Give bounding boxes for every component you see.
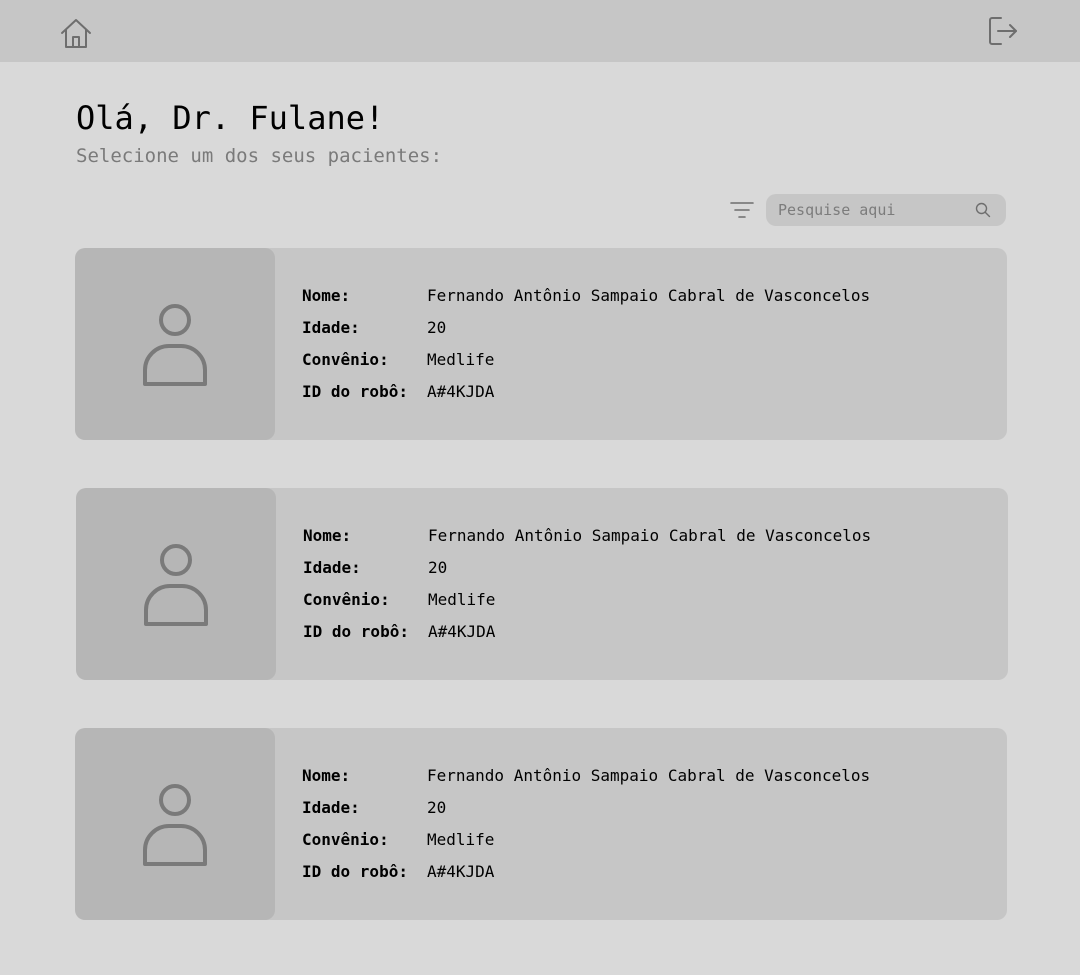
filter-button[interactable] — [728, 196, 756, 224]
insurance-value: Medlife — [427, 350, 495, 369]
robot-id-row: ID do robô: A#4KJDA — [302, 376, 870, 408]
robot-id-label: ID do robô: — [302, 382, 408, 401]
insurance-label: Convênio: — [303, 590, 390, 609]
patient-card[interactable]: Nome: Fernando Antônio Sampaio Cabral de… — [76, 488, 1008, 680]
logout-icon — [989, 17, 1017, 45]
user-icon — [143, 304, 207, 386]
name-label: Nome: — [302, 766, 351, 785]
name-row: Nome: Fernando Antônio Sampaio Cabral de… — [303, 520, 871, 552]
age-label: Idade: — [302, 798, 360, 817]
insurance-value: Medlife — [428, 590, 496, 609]
patient-info: Nome: Fernando Antônio Sampaio Cabral de… — [302, 280, 870, 408]
patient-card[interactable]: Nome: Fernando Antônio Sampaio Cabral de… — [75, 248, 1007, 440]
insurance-row: Convênio: Medlife — [302, 824, 870, 856]
robot-id-value: A#4KJDA — [428, 622, 496, 641]
insurance-label: Convênio: — [302, 350, 389, 369]
search-icon[interactable] — [974, 201, 992, 219]
home-icon — [61, 19, 91, 48]
insurance-row: Convênio: Medlife — [302, 344, 870, 376]
robot-id-label: ID do robô: — [302, 862, 408, 881]
filter-icon — [730, 202, 754, 218]
age-value: 20 — [428, 558, 448, 577]
name-row: Nome: Fernando Antônio Sampaio Cabral de… — [302, 760, 870, 792]
name-label: Nome: — [302, 286, 351, 305]
insurance-value: Medlife — [427, 830, 495, 849]
age-label: Idade: — [303, 558, 361, 577]
name-value: Fernando Antônio Sampaio Cabral de Vasco… — [427, 286, 871, 305]
name-label: Nome: — [303, 526, 352, 545]
age-value: 20 — [427, 798, 447, 817]
name-row: Nome: Fernando Antônio Sampaio Cabral de… — [302, 280, 870, 312]
patient-photo — [75, 728, 275, 920]
insurance-row: Convênio: Medlife — [303, 584, 871, 616]
page-title: Olá, Dr. Fulane! — [76, 99, 385, 137]
name-value: Fernando Antônio Sampaio Cabral de Vasco… — [427, 766, 871, 785]
user-icon — [143, 784, 207, 866]
home-button[interactable] — [58, 16, 94, 52]
patient-card[interactable]: Nome: Fernando Antônio Sampaio Cabral de… — [75, 728, 1007, 920]
top-bar — [0, 0, 1080, 62]
patient-photo — [75, 248, 275, 440]
age-row: Idade: 20 — [302, 792, 870, 824]
logout-button[interactable] — [986, 14, 1022, 50]
robot-id-value: A#4KJDA — [427, 382, 495, 401]
age-value: 20 — [427, 318, 447, 337]
robot-id-label: ID do robô: — [303, 622, 409, 641]
patient-info: Nome: Fernando Antônio Sampaio Cabral de… — [303, 520, 871, 648]
robot-id-row: ID do robô: A#4KJDA — [303, 616, 871, 648]
age-row: Idade: 20 — [302, 312, 870, 344]
insurance-label: Convênio: — [302, 830, 389, 849]
age-row: Idade: 20 — [303, 552, 871, 584]
patient-info: Nome: Fernando Antônio Sampaio Cabral de… — [302, 760, 870, 888]
name-value: Fernando Antônio Sampaio Cabral de Vasco… — [428, 526, 872, 545]
page-subtitle: Selecione um dos seus pacientes: — [76, 145, 443, 167]
age-label: Idade: — [302, 318, 360, 337]
search-input[interactable] — [778, 194, 968, 226]
search-box — [766, 194, 1006, 226]
user-icon — [144, 544, 208, 626]
robot-id-value: A#4KJDA — [427, 862, 495, 881]
robot-id-row: ID do robô: A#4KJDA — [302, 856, 870, 888]
patient-photo — [76, 488, 276, 680]
